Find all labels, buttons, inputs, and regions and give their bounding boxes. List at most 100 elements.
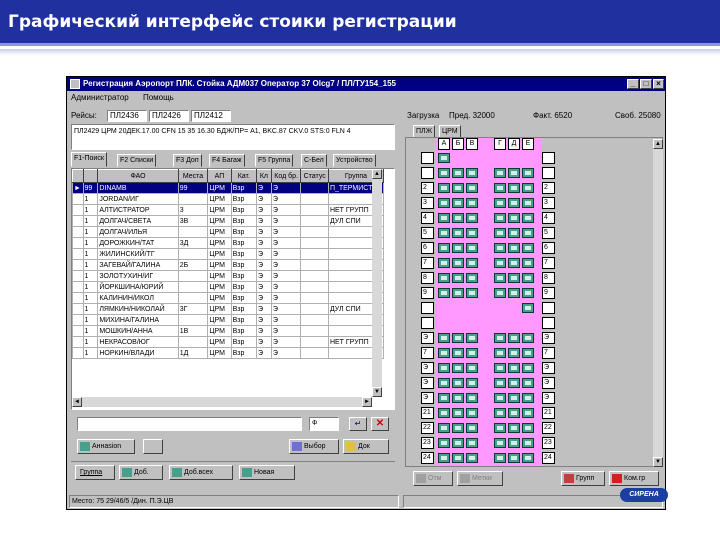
seat[interactable] <box>494 408 506 418</box>
seat[interactable] <box>522 423 534 433</box>
seat[interactable] <box>438 273 450 283</box>
seat[interactable] <box>438 408 450 418</box>
seat[interactable] <box>508 333 520 343</box>
doc-button[interactable]: Док <box>343 439 389 454</box>
seat[interactable] <box>466 423 478 433</box>
seat[interactable] <box>508 438 520 448</box>
seat[interactable] <box>452 243 464 253</box>
boarding-button[interactable]: Аннаsion <box>77 439 135 454</box>
seat[interactable] <box>452 183 464 193</box>
seat[interactable] <box>494 168 506 178</box>
table-row[interactable]: 1 ЖИЛИНСКИЙ/ТГ ЦРМ Взр Э Э <box>72 248 385 260</box>
seat[interactable] <box>466 258 478 268</box>
table-row[interactable]: 1 ДОЛГАЧ/ИЛЬЯ ЦРМ Взр Э Э <box>72 226 385 238</box>
seat[interactable] <box>438 393 450 403</box>
seat[interactable] <box>522 243 534 253</box>
add-button[interactable]: Доб. <box>119 465 163 480</box>
seat[interactable] <box>466 333 478 343</box>
new-button[interactable]: Новая <box>239 465 295 480</box>
table-row[interactable]: 1 НЕКРАСОВ/ЮГ ЦРМ Взр Э Э НЕТ ГРУПП <box>72 336 385 348</box>
seat[interactable] <box>466 243 478 253</box>
close-button[interactable]: × <box>653 79 664 89</box>
seat[interactable] <box>466 228 478 238</box>
seat[interactable] <box>466 198 478 208</box>
seat[interactable] <box>494 183 506 193</box>
tab-device[interactable]: Устройство <box>333 154 376 167</box>
seat[interactable] <box>438 258 450 268</box>
seat[interactable] <box>452 333 464 343</box>
table-row[interactable]: 1 ДОРОЖКИН/ТАТ 3Д ЦРМ Взр Э Э <box>72 237 385 249</box>
table-row[interactable]: 1 ЛЯМКИН/НИКОЛАЙ 3Г ЦРМ Взр Э Э ДУЛ СПИ <box>72 303 385 315</box>
seat[interactable] <box>494 453 506 463</box>
table-row[interactable]: 1 АЛТИСТРАТОР 3 ЦРМ Взр Э Э НЕТ ГРУПП <box>72 204 385 216</box>
seat-group-button[interactable]: Групп <box>561 471 605 486</box>
seat[interactable] <box>508 213 520 223</box>
seat[interactable] <box>494 228 506 238</box>
add-all-button[interactable]: Доб.всех <box>169 465 233 480</box>
seat[interactable] <box>522 183 534 193</box>
seat[interactable] <box>494 333 506 343</box>
search-input[interactable] <box>77 417 302 431</box>
seat[interactable] <box>466 363 478 373</box>
col-fio[interactable]: ФАО <box>97 169 179 183</box>
seat[interactable] <box>508 423 520 433</box>
seat[interactable] <box>522 408 534 418</box>
seat[interactable] <box>438 228 450 238</box>
group-button[interactable]: Группа <box>75 465 115 480</box>
seat[interactable] <box>452 288 464 298</box>
seat[interactable] <box>452 168 464 178</box>
seat[interactable] <box>494 363 506 373</box>
seat[interactable] <box>494 288 506 298</box>
flight-1[interactable]: ПЛ2436 <box>107 110 147 122</box>
seat[interactable] <box>452 273 464 283</box>
tab-baggage[interactable]: F4 Багаж <box>209 154 245 167</box>
seat[interactable] <box>438 438 450 448</box>
seat[interactable] <box>438 168 450 178</box>
seat[interactable] <box>522 258 534 268</box>
seat[interactable] <box>522 438 534 448</box>
seat[interactable] <box>494 378 506 388</box>
table-row[interactable]: ► 99 DINAMB 99 ЦРМ Взр Э Э П_ТЕРМИСТЕ <box>72 182 385 194</box>
col-cat[interactable]: Кат. <box>230 169 258 183</box>
seat[interactable] <box>508 453 520 463</box>
seat[interactable] <box>494 213 506 223</box>
seat[interactable] <box>522 348 534 358</box>
flight-3[interactable]: ПЛ2412 <box>191 110 231 122</box>
seat[interactable] <box>508 288 520 298</box>
seat[interactable] <box>466 453 478 463</box>
clear-button[interactable]: ✕ <box>371 417 389 431</box>
seat[interactable] <box>466 168 478 178</box>
seat[interactable] <box>494 258 506 268</box>
scroll-down-button[interactable]: ▼ <box>372 387 382 397</box>
select-button[interactable]: Выбор <box>289 439 339 454</box>
seat[interactable] <box>452 408 464 418</box>
menu-admin[interactable]: Администратор <box>71 93 129 102</box>
tab-lists[interactable]: F2 Списки <box>117 154 157 167</box>
seat[interactable] <box>522 228 534 238</box>
seat-map-vscroll[interactable]: ▲ ▼ <box>653 139 663 467</box>
table-row[interactable]: 1 МОШКИН/АННА 1В ЦРМ Взр Э Э <box>72 325 385 337</box>
seat[interactable] <box>522 378 534 388</box>
seat[interactable] <box>508 243 520 253</box>
seat[interactable] <box>466 438 478 448</box>
table-row[interactable]: 1 ЙОРКШИНА/ЮРИЙ ЦРМ Взр Э Э <box>72 281 385 293</box>
seat[interactable] <box>494 198 506 208</box>
seat[interactable] <box>522 453 534 463</box>
table-row[interactable]: 1 НОРКИН/ВЛАДИ 1Д ЦРМ Взр Э Э <box>72 347 385 359</box>
seat[interactable] <box>494 348 506 358</box>
seat[interactable] <box>508 363 520 373</box>
tab-bel[interactable]: С-Бел <box>301 154 327 167</box>
seat[interactable] <box>466 183 478 193</box>
seat[interactable] <box>438 423 450 433</box>
seat[interactable] <box>438 348 450 358</box>
seat[interactable] <box>438 183 450 193</box>
seat[interactable] <box>508 228 520 238</box>
seat-scroll-up-button[interactable]: ▲ <box>653 139 663 149</box>
seat[interactable] <box>494 438 506 448</box>
scroll-left-button[interactable]: ◄ <box>72 397 82 407</box>
seat[interactable] <box>522 333 534 343</box>
table-hscroll[interactable]: ◄ ► <box>72 397 372 407</box>
seat[interactable] <box>508 408 520 418</box>
scroll-right-button[interactable]: ► <box>362 397 372 407</box>
seat[interactable] <box>466 378 478 388</box>
